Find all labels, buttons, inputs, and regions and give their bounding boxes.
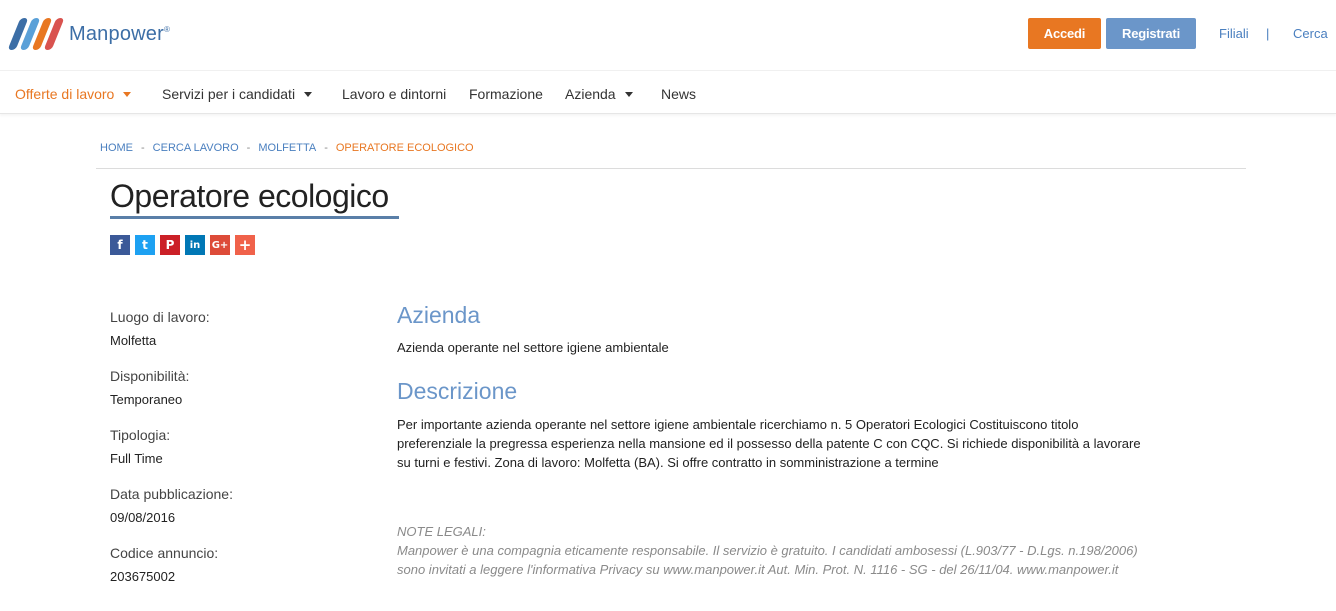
nav-item-label: Formazione <box>469 86 543 102</box>
detail-label-disponibilita: Disponibilità: <box>110 368 190 384</box>
detail-label-data-pubblicazione: Data pubblicazione: <box>110 486 233 502</box>
breadcrumb-separator: - <box>141 142 145 154</box>
search-link[interactable]: Cerca <box>1293 26 1328 41</box>
login-button[interactable]: Accedi <box>1028 18 1101 49</box>
manpower-logo-icon <box>6 16 66 52</box>
nav-item-label: Servizi per i candidati <box>162 86 296 102</box>
company-text: Azienda operante nel settore igiene ambi… <box>397 340 669 355</box>
pinterest-icon[interactable]: P <box>160 235 180 255</box>
description-line: Per importante azienda operante nel sett… <box>397 417 1079 432</box>
nav-item-servizi-per-i-candidati[interactable]: Servizi per i candidati <box>162 86 313 102</box>
social-share-bar: f t P in G+ + <box>110 235 255 255</box>
detail-label-codice-annuncio: Codice annuncio: <box>110 545 219 561</box>
legal-line: Manpower è una compagnia eticamente resp… <box>397 543 1138 558</box>
description-line: su turni e festivi. Zona di lavoro: Molf… <box>397 455 939 470</box>
nav-item-label: Azienda <box>565 86 616 102</box>
nav-item-label: Lavoro e dintorni <box>342 86 447 102</box>
detail-value-data-pubblicazione: 09/08/2016 <box>110 510 176 525</box>
chevron-down-icon <box>123 91 132 97</box>
title-underline <box>110 216 399 219</box>
share-more-icon[interactable]: + <box>235 235 255 255</box>
linkedin-icon[interactable]: in <box>185 235 205 255</box>
breadcrumb-current: OPERATORE ECOLOGICO <box>335 142 474 154</box>
facebook-icon[interactable]: f <box>110 235 130 255</box>
top-link-separator: | <box>1266 26 1270 41</box>
site-header: Manpower® Accedi Registrati Filiali | Ce… <box>0 0 1336 70</box>
chevron-down-icon <box>624 91 633 97</box>
manpower-logo[interactable]: Manpower® <box>6 16 170 52</box>
nav-item-offerte-di-lavoro[interactable]: Offerte di lavoro <box>15 86 132 102</box>
main-navigation: Offerte di lavoro Servizi per i candidat… <box>0 70 1336 114</box>
legal-heading: NOTE LEGALI: <box>397 524 486 539</box>
logo-text: Manpower® <box>69 22 171 45</box>
page-title: Operatore ecologico <box>110 178 389 214</box>
breadcrumb: HOME - CERCA LAVORO - MOLFETTA - OPERATORE ECO… <box>100 142 474 154</box>
nav-item-azienda[interactable]: Azienda <box>565 86 633 102</box>
legal-line: sono invitati a leggere l'informativa Pr… <box>397 562 1119 577</box>
detail-label-tipologia: Tipologia: <box>110 427 171 443</box>
branches-link[interactable]: Filiali <box>1219 26 1249 41</box>
detail-label-luogo: Luogo di lavoro: <box>110 309 210 325</box>
google-plus-icon[interactable]: G+ <box>210 235 230 255</box>
detail-value-disponibilita: Temporaneo <box>110 392 183 407</box>
divider <box>96 168 1246 169</box>
breadcrumb-home[interactable]: HOME <box>100 142 133 154</box>
breadcrumb-separator: - <box>324 142 328 154</box>
breadcrumb-molfetta[interactable]: MOLFETTA <box>258 142 316 154</box>
company-heading: Azienda <box>397 302 481 328</box>
breadcrumb-separator: - <box>246 142 251 154</box>
description-text: Per importante azienda operante nel sett… <box>397 415 1141 472</box>
register-button[interactable]: Registrati <box>1106 18 1196 49</box>
nav-item-label: News <box>661 86 697 102</box>
nav-item-formazione[interactable]: Formazione <box>469 86 543 102</box>
description-line: preferenziale la pregressa esperienza ne… <box>397 436 1141 451</box>
job-details: Luogo di lavoro: Molfetta Disponibilità:… <box>110 309 233 604</box>
chevron-down-icon <box>304 91 313 97</box>
detail-value-tipologia: Full Time <box>110 451 163 466</box>
nav-item-lavoro-e-dintorni[interactable]: Lavoro e dintorni <box>342 86 446 102</box>
nav-item-news[interactable]: News <box>661 86 696 102</box>
legal-notes: NOTE LEGALI: Manpower è una compagnia et… <box>397 522 1237 579</box>
detail-value-luogo: Molfetta <box>110 333 157 348</box>
nav-item-label: Offerte di lavoro <box>15 86 115 102</box>
twitter-icon[interactable]: t <box>135 235 155 255</box>
detail-value-codice-annuncio: 203675002 <box>110 569 176 584</box>
description-heading: Descrizione <box>397 378 518 404</box>
breadcrumb-cerca-lavoro[interactable]: CERCA LAVORO <box>153 142 239 154</box>
